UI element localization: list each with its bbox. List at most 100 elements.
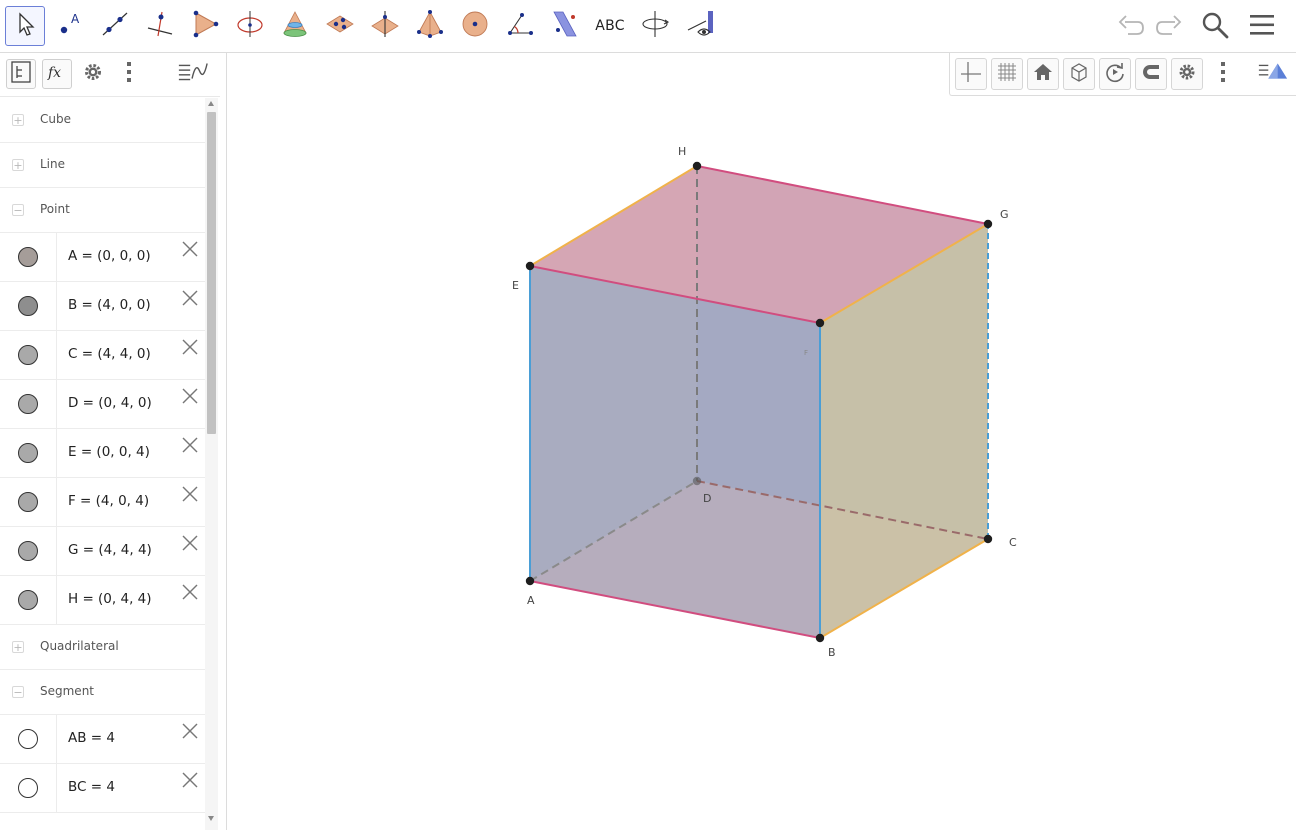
collapse-toggle-icon[interactable]: − <box>12 686 24 698</box>
visibility-toggle-cell[interactable] <box>0 282 57 330</box>
line-tool[interactable] <box>95 6 135 46</box>
object-definition[interactable]: H = (0, 4, 4) <box>68 591 152 607</box>
delete-object-icon[interactable] <box>180 288 200 308</box>
delete-object-icon[interactable] <box>180 435 200 455</box>
vertex-point-h[interactable] <box>692 161 702 171</box>
vertex-point-a[interactable] <box>525 576 535 586</box>
algebra-object-row[interactable]: AB = 4 <box>0 715 205 764</box>
pyramid-tool[interactable] <box>410 6 450 46</box>
visibility-marble-icon[interactable] <box>18 296 38 316</box>
algebra-scrollbar[interactable] <box>205 98 218 830</box>
cube-face-front[interactable] <box>530 266 820 638</box>
algebra-object-row[interactable]: D = (0, 4, 0) <box>0 380 205 429</box>
sphere-tool[interactable] <box>455 6 495 46</box>
more-button[interactable] <box>114 59 144 89</box>
algebra-group-segment[interactable]: − Segment <box>0 670 205 715</box>
graphics-view-style-button[interactable] <box>1255 58 1291 90</box>
vertex-point-f[interactable] <box>815 318 825 328</box>
circle-axis-tool[interactable] <box>230 6 270 46</box>
algebra-group-cube[interactable]: + Cube <box>0 98 205 143</box>
object-definition[interactable]: F = (4, 0, 4) <box>68 493 149 509</box>
intersect-surfaces-tool[interactable] <box>275 6 315 46</box>
vertex-point-d[interactable] <box>692 476 702 486</box>
algebra-group-point[interactable]: − Point <box>0 188 205 233</box>
polygon-tool[interactable] <box>185 6 225 46</box>
sort-tree-button[interactable] <box>6 59 36 89</box>
point-tool[interactable]: A <box>50 6 90 46</box>
object-definition[interactable]: BC = 4 <box>68 779 115 795</box>
vertex-point-e[interactable] <box>525 261 535 271</box>
redo-button[interactable] <box>1150 8 1188 46</box>
vertex-point-b[interactable] <box>815 633 825 643</box>
object-definition[interactable]: A = (0, 0, 0) <box>68 248 151 264</box>
standard-view-button[interactable] <box>1027 58 1059 90</box>
visibility-toggle-cell[interactable] <box>0 715 57 763</box>
vertex-point-g[interactable] <box>983 219 993 229</box>
clipping-box-button[interactable] <box>1063 58 1095 90</box>
delete-object-icon[interactable] <box>180 239 200 259</box>
object-definition[interactable]: G = (4, 4, 4) <box>68 542 152 558</box>
delete-object-icon[interactable] <box>180 533 200 553</box>
algebra-object-row[interactable]: A = (0, 0, 0) <box>0 233 205 282</box>
visibility-marble-icon[interactable] <box>18 590 38 610</box>
algebra-object-row[interactable]: BC = 4 <box>0 764 205 813</box>
visibility-toggle-cell[interactable] <box>0 527 57 575</box>
delete-object-icon[interactable] <box>180 582 200 602</box>
object-definition[interactable]: D = (0, 4, 0) <box>68 395 152 411</box>
visibility-marble-icon[interactable] <box>18 443 38 463</box>
graphics-settings-button[interactable] <box>1171 58 1203 90</box>
algebra-view-style-button[interactable] <box>176 59 210 89</box>
cube-scene[interactable]: A B C D E F G H <box>228 53 1296 830</box>
visibility-marble-icon[interactable] <box>18 247 38 267</box>
angle-tool[interactable] <box>500 6 540 46</box>
vertex-point-c[interactable] <box>983 534 993 544</box>
visibility-toggle-cell[interactable] <box>0 233 57 281</box>
visibility-marble-icon[interactable] <box>18 492 38 512</box>
plane-through-points-tool[interactable] <box>320 6 360 46</box>
visibility-marble-icon[interactable] <box>18 778 38 798</box>
algebra-object-row[interactable]: G = (4, 4, 4) <box>0 527 205 576</box>
delete-object-icon[interactable] <box>180 386 200 406</box>
delete-object-icon[interactable] <box>180 337 200 357</box>
expand-toggle-icon[interactable]: + <box>12 114 24 126</box>
algebra-object-row[interactable]: B = (4, 0, 0) <box>0 282 205 331</box>
visibility-toggle-cell[interactable] <box>0 380 57 428</box>
visibility-toggle-cell[interactable] <box>0 478 57 526</box>
algebra-group-line[interactable]: + Line <box>0 143 205 188</box>
algebra-object-row[interactable]: C = (4, 4, 0) <box>0 331 205 380</box>
perpendicular-plane-tool[interactable] <box>365 6 405 46</box>
algebra-object-row[interactable]: E = (0, 0, 4) <box>0 429 205 478</box>
object-definition[interactable]: E = (0, 0, 4) <box>68 444 150 460</box>
algebra-object-row[interactable]: H = (0, 4, 4) <box>0 576 205 625</box>
scrollbar-thumb[interactable] <box>207 112 216 434</box>
scroll-up-arrow-icon[interactable] <box>208 101 214 106</box>
collapse-toggle-icon[interactable]: − <box>12 204 24 216</box>
visibility-toggle-cell[interactable] <box>0 331 57 379</box>
graphics-more-button[interactable] <box>1207 58 1239 90</box>
show-axes-button[interactable] <box>955 58 987 90</box>
visibility-toggle-cell[interactable] <box>0 576 57 624</box>
object-definition[interactable]: C = (4, 4, 0) <box>68 346 151 362</box>
view-from-front-tool[interactable] <box>680 6 720 46</box>
visibility-marble-icon[interactable] <box>18 345 38 365</box>
delete-object-icon[interactable] <box>180 770 200 790</box>
undo-button[interactable] <box>1112 8 1150 46</box>
algebra-group-quadrilateral[interactable]: + Quadrilateral <box>0 625 205 670</box>
expand-toggle-icon[interactable]: + <box>12 159 24 171</box>
menu-button[interactable] <box>1243 8 1281 46</box>
reflect-tool[interactable] <box>545 6 585 46</box>
visibility-toggle-cell[interactable] <box>0 429 57 477</box>
delete-object-icon[interactable] <box>180 721 200 741</box>
visibility-marble-icon[interactable] <box>18 729 38 749</box>
text-tool[interactable]: ABC <box>590 6 630 46</box>
show-grid-button[interactable] <box>991 58 1023 90</box>
object-definition[interactable]: AB = 4 <box>68 730 115 746</box>
graphics-3d-view[interactable]: A B C D E F G H <box>228 53 1296 830</box>
rotate-view-button[interactable] <box>1099 58 1131 90</box>
input-fx-button[interactable]: fx <box>42 59 72 89</box>
delete-object-icon[interactable] <box>180 484 200 504</box>
perpendicular-line-tool[interactable] <box>140 6 180 46</box>
expand-toggle-icon[interactable]: + <box>12 641 24 653</box>
scroll-down-arrow-icon[interactable] <box>208 816 214 821</box>
object-definition[interactable]: B = (4, 0, 0) <box>68 297 151 313</box>
